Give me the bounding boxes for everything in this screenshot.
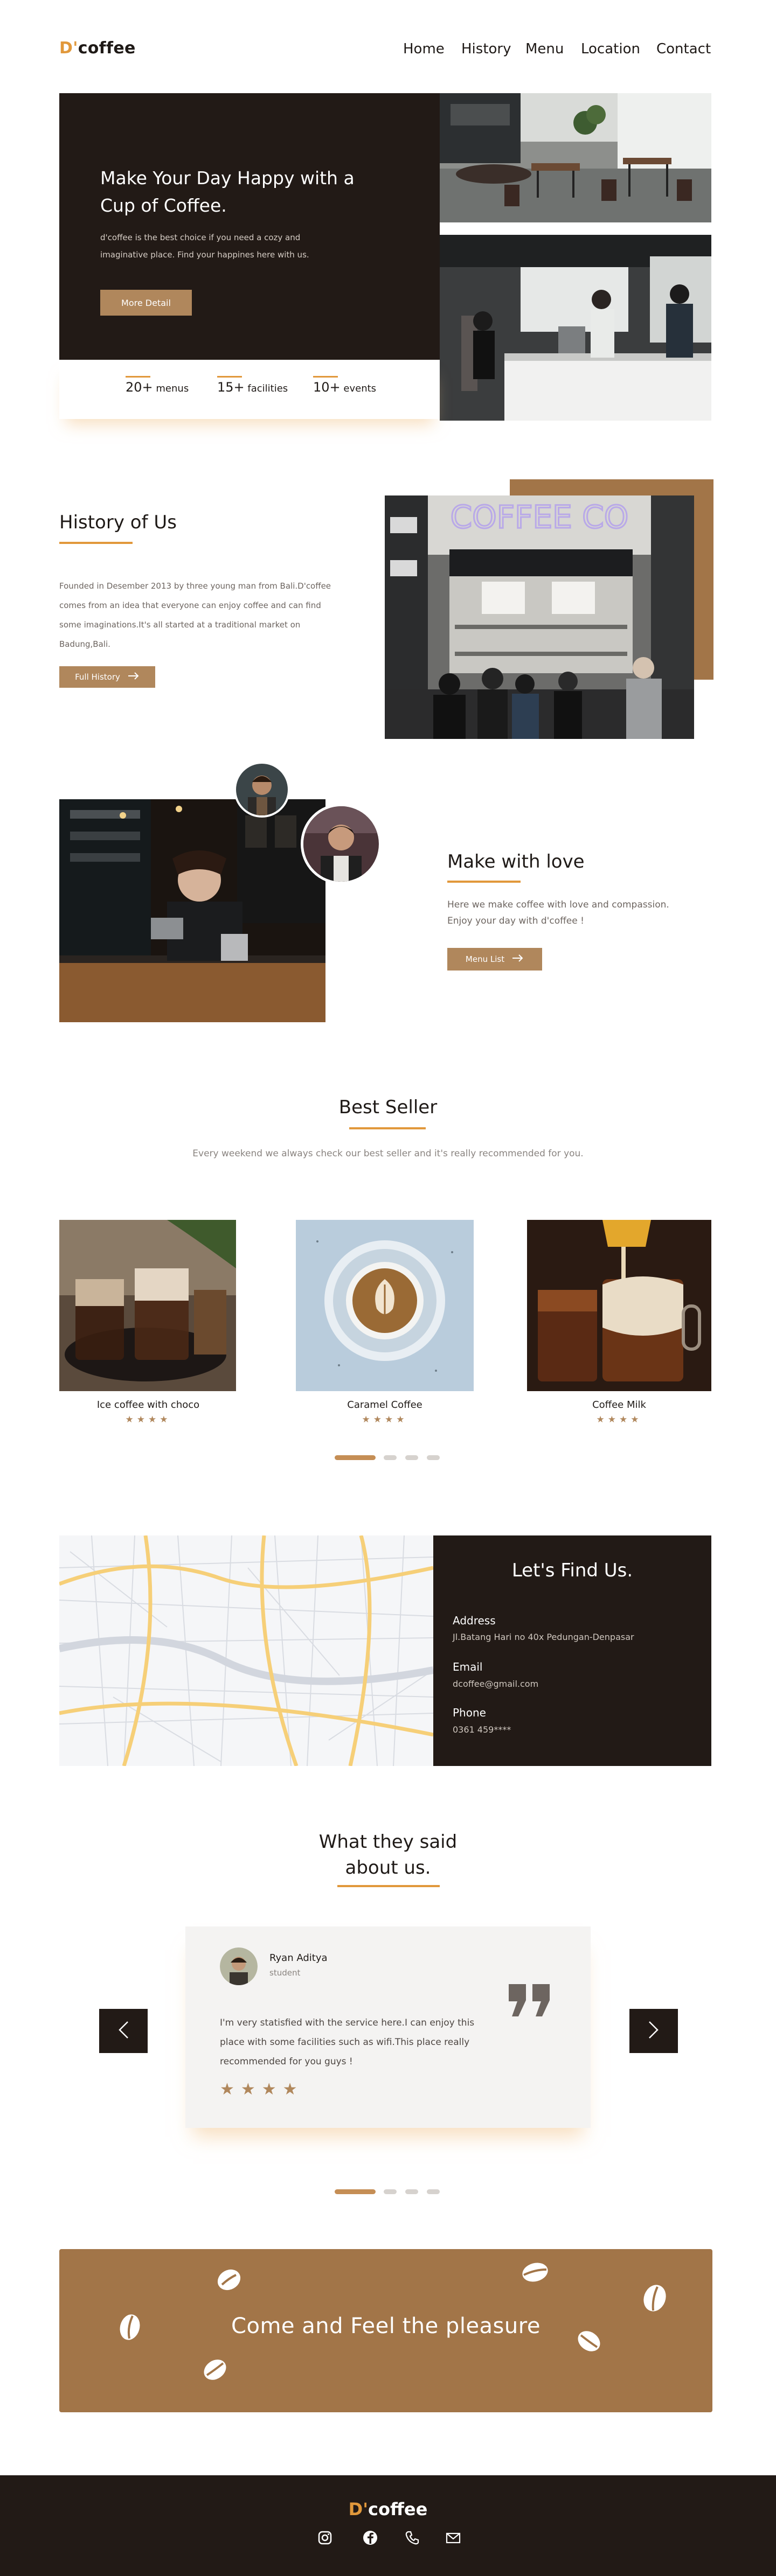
footer <box>0 2475 776 2576</box>
title-underline <box>59 542 133 544</box>
next-testimonial-button[interactable] <box>629 2009 678 2053</box>
carousel-dot[interactable] <box>384 2189 397 2194</box>
title-underline <box>349 1127 426 1129</box>
stat-value: 10+ <box>313 380 341 395</box>
rating-stars: ★★★★ <box>362 1414 408 1425</box>
rating-stars: ★★★★ <box>220 2080 304 2099</box>
barista-pour-photo <box>59 799 325 1022</box>
nav-contact[interactable]: Contact <box>656 41 711 57</box>
love-text: Here we make coffee with love and compas… <box>447 899 669 926</box>
nav-location[interactable]: Location <box>581 41 640 57</box>
email-value[interactable]: dcoffee@gmail.com <box>453 1679 538 1689</box>
coffee-bean-icon <box>641 2282 668 2316</box>
logo[interactable]: D'coffee <box>59 39 136 58</box>
product-name: Coffee Milk <box>592 1399 646 1411</box>
nav-home[interactable]: Home <box>403 41 445 57</box>
reviewer-avatar <box>220 1947 258 1985</box>
stat-menus: 20+ menus <box>126 380 189 395</box>
phone-icon[interactable] <box>403 2529 421 2547</box>
testimonial-text: I'm very statisfied with the service her… <box>220 2017 475 2067</box>
address-value: Jl.Batang Hari no 40x Pedungan-Denpasar <box>453 1632 634 1642</box>
stat-events: 10+ events <box>313 380 376 395</box>
testimonials-title: What they said about us. <box>0 1829 776 1881</box>
testimonials-title-line: What they said <box>318 1831 458 1853</box>
reviewer-role: student <box>269 1968 301 1978</box>
product-card-coffee-milk[interactable] <box>527 1220 711 1391</box>
logo-prefix: D' <box>59 39 78 58</box>
facebook-icon[interactable] <box>361 2529 379 2547</box>
menu-list-label: Menu List <box>465 954 505 964</box>
carousel-dot[interactable] <box>427 1455 440 1460</box>
find-us-title: Let's Find Us. <box>511 1560 633 1581</box>
product-card-ice-coffee[interactable] <box>59 1220 236 1391</box>
address-label: Address <box>453 1614 496 1627</box>
testimonials-title-line: about us. <box>345 1857 431 1879</box>
best-seller-subtitle: Every weekend we always check our best s… <box>192 1148 584 1159</box>
rating-stars: ★★★★ <box>125 1414 171 1425</box>
coffee-bean-icon <box>202 2357 228 2385</box>
hero-panel <box>59 93 440 360</box>
stat-label: events <box>343 383 377 394</box>
history-title: History of Us <box>59 512 177 533</box>
full-history-button[interactable]: Full History <box>59 666 155 688</box>
title-underline <box>447 881 521 883</box>
stat-accent <box>313 376 338 378</box>
nav-history[interactable]: History <box>461 41 511 57</box>
hero-title: Make Your Day Happy with a Cup of Coffee… <box>100 167 355 216</box>
barista-avatar <box>301 804 382 884</box>
stat-accent <box>217 376 242 378</box>
nav-menu[interactable]: Menu <box>525 41 564 57</box>
email-label: Email <box>453 1660 483 1673</box>
barista-counter-photo <box>440 235 711 421</box>
arrow-right-icon <box>512 954 524 964</box>
phone-value[interactable]: 0361 459**** <box>453 1725 511 1735</box>
location-map[interactable] <box>59 1535 433 1766</box>
logo-name: coffee <box>78 39 136 58</box>
carousel-dot-active[interactable] <box>335 2189 376 2194</box>
phone-label: Phone <box>453 1706 486 1719</box>
chevron-right-icon <box>648 2021 659 2041</box>
mail-icon[interactable] <box>444 2529 462 2547</box>
cta-banner-text: Come and Feel the pleasure <box>231 2314 541 2338</box>
love-title: Make with love <box>447 851 585 872</box>
carousel-dot[interactable] <box>427 2189 440 2194</box>
chevron-left-icon <box>118 2021 129 2041</box>
history-text: Founded in Desember 2013 by three young … <box>59 581 331 649</box>
title-underline <box>337 1885 440 1887</box>
quote-icon <box>507 1982 553 2022</box>
product-name: Ice coffee with choco <box>96 1399 200 1411</box>
footer-logo[interactable]: D'coffee <box>0 2499 776 2519</box>
product-card-caramel-coffee[interactable] <box>296 1220 474 1391</box>
carousel-dot[interactable] <box>384 1455 397 1460</box>
coffee-bean-icon <box>521 2260 550 2287</box>
coffee-shop-photo: COFFEE CO <box>385 495 694 739</box>
stat-value: 20+ <box>126 380 153 395</box>
product-name: Caramel Coffee <box>347 1399 422 1411</box>
cafe-interior-photo <box>440 93 711 222</box>
coffee-neon-sign: COFFEE CO <box>451 499 629 535</box>
carousel-dot[interactable] <box>405 1455 418 1460</box>
footer-logo-prefix: D' <box>348 2499 369 2519</box>
reviewer-name: Ryan Aditya <box>269 1952 328 1964</box>
coffee-bean-icon <box>216 2266 242 2295</box>
stat-accent <box>126 376 150 378</box>
stat-value: 15+ <box>217 380 245 395</box>
more-detail-button[interactable]: More Detail <box>100 290 192 316</box>
stat-label: facilities <box>247 383 288 394</box>
barista-avatar <box>234 762 290 818</box>
arrow-right-icon <box>128 672 140 682</box>
carousel-dot-active[interactable] <box>335 1455 376 1460</box>
best-seller-title: Best Seller <box>338 1097 438 1118</box>
stat-label: menus <box>156 383 189 394</box>
menu-list-button[interactable]: Menu List <box>447 948 542 971</box>
instagram-icon[interactable] <box>316 2529 334 2547</box>
carousel-dot[interactable] <box>405 2189 418 2194</box>
full-history-label: Full History <box>75 672 120 682</box>
hero-description: d'coffee is the best choice if you need … <box>100 233 309 260</box>
rating-stars: ★★★★ <box>596 1414 642 1425</box>
prev-testimonial-button[interactable] <box>99 2009 148 2053</box>
stat-facilities: 15+ facilities <box>217 380 288 395</box>
footer-logo-name: coffee <box>368 2499 428 2519</box>
